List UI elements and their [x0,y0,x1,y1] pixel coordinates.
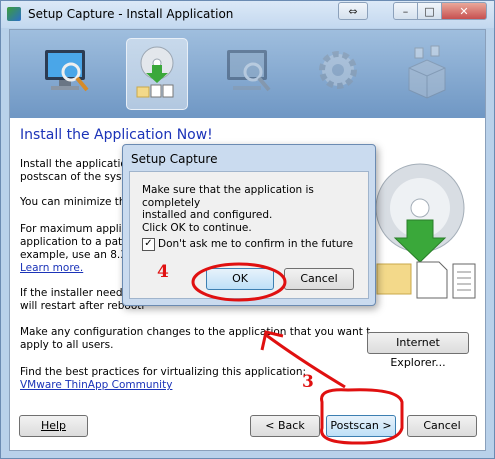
ok-button[interactable]: OK [206,268,274,290]
step-install [126,38,188,110]
package-box-icon [408,45,446,99]
configuration-note-line: apply to all users. [20,339,114,351]
resize-button[interactable]: ⇔ [338,2,368,20]
dialog-message: Make sure that the application is comple… [142,184,368,234]
best-practices-note: Find the best practices for virtualizing… [20,366,370,392]
window-title: Setup Capture - Install Application [28,7,234,21]
internet-explorer-button[interactable]: Internet Explorer... [367,332,469,369]
dialog-cancel-button[interactable]: Cancel [284,268,354,290]
setup-capture-window: Setup Capture - Install Application ⇔ – … [0,0,495,459]
dialog-title: Setup Capture [131,152,218,166]
step-configure [308,38,368,108]
configuration-note: Make any configuration changes to the ap… [20,326,370,352]
help-button-label: Help [40,419,67,432]
disc-install-illustration-icon [375,163,476,299]
back-button[interactable]: < Back [250,415,320,437]
back-button-label: < Back [265,419,305,432]
thinapp-community-link[interactable]: VMware ThinApp Community [20,379,370,392]
annotation-step-4: 4 [157,262,169,282]
step-prescan [37,38,97,108]
dialog-message-line: installed and configured. [142,209,273,221]
dialog-message-line: Click OK to continue. [142,221,252,234]
annotation-step-3: 3 [302,372,314,392]
postscan-button-label: Postscan > [330,419,392,432]
step-package [397,38,457,108]
cancel-button[interactable]: Cancel [407,415,477,437]
configuration-note-line: Make any configuration changes to the ap… [20,326,370,338]
app-icon [7,7,21,21]
close-button[interactable]: ✕ [441,2,487,20]
dont-ask-checkbox[interactable]: ✓ [142,238,155,251]
dont-ask-checkbox-label[interactable]: Don't ask me to confirm in the future [158,238,353,250]
disc-install-icon [136,46,174,98]
gear-icon [319,51,357,89]
postscan-button[interactable]: Postscan > [326,415,396,437]
best-practices-text: Find the best practices for virtualizing… [20,366,307,378]
dialog-message-line: Make sure that the application is comple… [142,184,314,209]
monitor-magnifier-icon [45,50,89,92]
title-bar[interactable]: Setup Capture - Install Application ⇔ – … [1,1,494,28]
minimize-button[interactable]: – [393,2,418,20]
step-postscan [219,38,279,108]
monitor-magnifier-icon [227,50,271,92]
maximize-button[interactable]: □ [417,2,442,20]
page-heading: Install the Application Now! [20,127,213,143]
help-button[interactable]: Help [19,415,88,437]
wizard-step-banner [10,30,485,118]
